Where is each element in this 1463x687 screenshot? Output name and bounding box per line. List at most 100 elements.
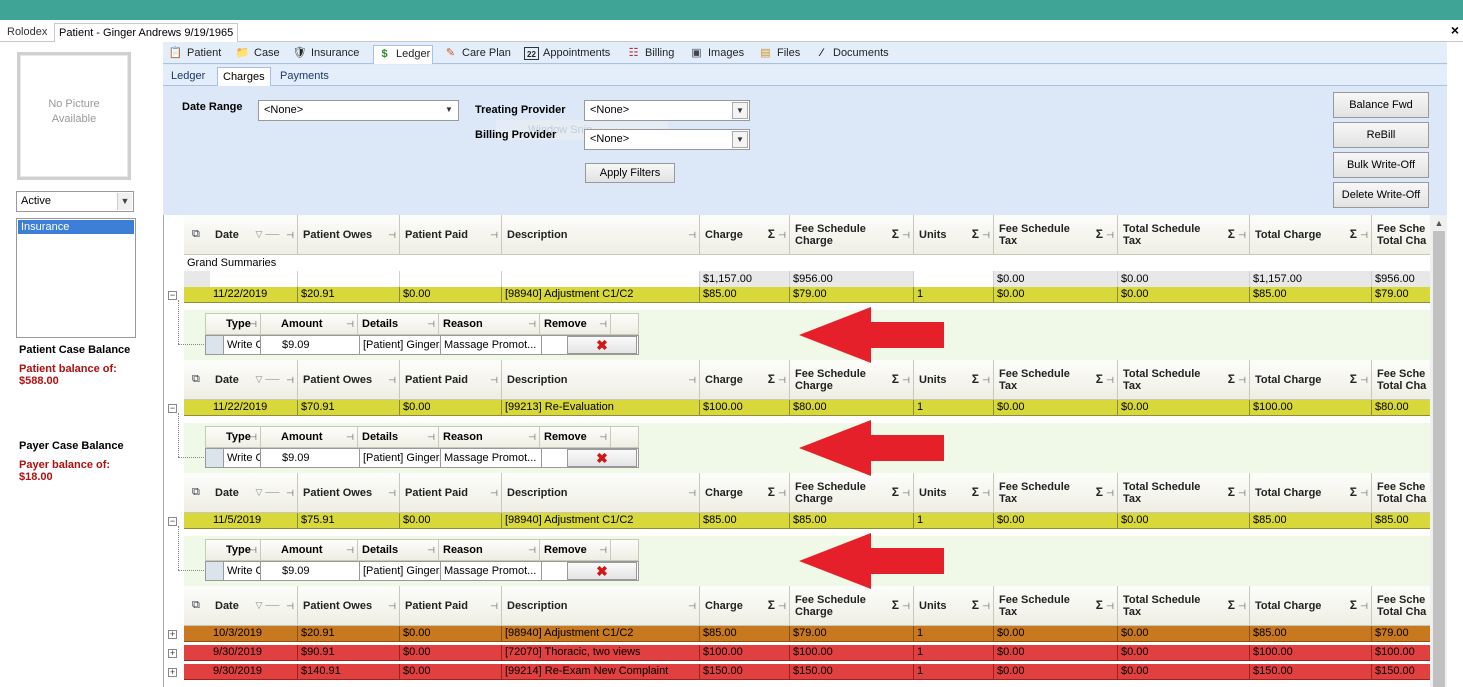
pin-icon[interactable]: ⊣ <box>1360 600 1368 612</box>
pin-icon[interactable]: ⊣ <box>599 314 607 335</box>
tab-ledger[interactable]: $ Ledger <box>373 45 433 64</box>
column-header-total-charge[interactable]: Total Charge ⊣ Σ <box>1250 360 1372 400</box>
pin-icon[interactable]: ⊣ <box>778 374 786 386</box>
table-row[interactable]: 11/22/2019 $70.91 $0.00 [99213] Re-Evaluati… <box>184 400 1430 416</box>
tab-files[interactable]: ▤ Files <box>755 45 800 63</box>
pin-icon[interactable]: ⊣ <box>982 229 990 241</box>
column-header-patient-paid[interactable]: Patient Paid ⊣ <box>400 215 502 255</box>
sum-icon[interactable]: Σ <box>1228 486 1235 498</box>
pin-icon[interactable]: ⊣ <box>1106 600 1114 612</box>
sum-icon[interactable]: Σ <box>972 228 979 240</box>
column-header-charge[interactable]: Charge ⊣ Σ <box>700 473 790 513</box>
date-range-select[interactable]: <None> ▼ <box>258 100 459 121</box>
tab-patient[interactable]: Patient - Ginger Andrews 9/19/1965 <box>54 23 239 42</box>
column-header-date[interactable]: Date ▽ ⸺ ⊣ <box>210 215 298 255</box>
pin-icon[interactable]: ⊣ <box>1238 487 1246 499</box>
chevron-down-icon[interactable]: ▼ <box>441 102 457 119</box>
tab-images[interactable]: ▣ Images <box>686 45 744 63</box>
pin-icon[interactable]: ⊣ <box>902 600 910 612</box>
column-chooser-icon[interactable]: ⧉ <box>192 599 206 611</box>
pin-icon[interactable]: ⊣ <box>778 487 786 499</box>
pin-icon[interactable]: ⊣ <box>1106 229 1114 241</box>
chevron-down-icon[interactable]: ▼ <box>732 102 748 119</box>
chevron-down-icon[interactable]: ▼ <box>732 131 748 148</box>
column-header-units[interactable]: Units ⊣ Σ <box>914 586 994 626</box>
column-header-fee-schedule-total-charge[interactable]: Fee Sche Total Cha <box>1372 360 1447 400</box>
sum-icon[interactable]: Σ <box>1228 373 1235 385</box>
sum-icon[interactable]: Σ <box>1350 486 1357 498</box>
tab-insurance[interactable]: 🛡 Insurance <box>289 45 360 63</box>
column-header-patient-owes[interactable]: Patient Owes ⊣ <box>298 586 400 626</box>
column-header-units[interactable]: Units ⊣ Σ <box>914 473 994 513</box>
close-icon[interactable]: × <box>1451 22 1459 38</box>
column-chooser-icon[interactable]: ⧉ <box>192 486 206 498</box>
sum-icon[interactable]: Σ <box>892 486 899 498</box>
pin-icon[interactable]: ⊣ <box>286 487 294 499</box>
remove-write-off-button[interactable]: ✖ <box>567 449 637 467</box>
pin-icon[interactable]: ⊣ <box>388 487 396 499</box>
pin-icon[interactable]: ⊣ <box>778 229 786 241</box>
column-header-description[interactable]: Description ⊣ <box>502 586 700 626</box>
child-header-amount[interactable]: Amount ⊣ <box>277 314 358 335</box>
column-chooser-icon[interactable]: ⧉ <box>192 228 206 240</box>
sort-icon[interactable]: ▽ ⸺ <box>255 373 280 385</box>
column-header-units[interactable]: Units ⊣ Σ <box>914 360 994 400</box>
sum-icon[interactable]: Σ <box>892 599 899 611</box>
column-chooser-icon[interactable]: ⧉ <box>192 373 206 385</box>
pin-icon[interactable]: ⊣ <box>778 600 786 612</box>
pin-icon[interactable]: ⊣ <box>490 487 498 499</box>
pin-icon[interactable]: ⊣ <box>1360 229 1368 241</box>
column-header-total-schedule-tax[interactable]: Total Schedule Tax ⊣ Σ <box>1118 473 1250 513</box>
list-item[interactable]: Insurance <box>18 220 134 234</box>
sum-icon[interactable]: Σ <box>768 599 775 611</box>
sum-icon[interactable]: Σ <box>1350 599 1357 611</box>
sum-icon[interactable]: Σ <box>768 373 775 385</box>
pin-icon[interactable]: ⊣ <box>528 427 536 448</box>
sum-icon[interactable]: Σ <box>768 228 775 240</box>
sort-icon[interactable]: ▽ ⸺ <box>255 228 280 240</box>
tab-care-plan[interactable]: ✎ Care Plan <box>440 45 511 63</box>
expand-icon[interactable]: + <box>168 649 177 658</box>
chevron-down-icon[interactable]: ▼ <box>117 193 132 210</box>
sum-icon[interactable]: Σ <box>1096 228 1103 240</box>
write-off-row[interactable]: Write Off $9.09[Patient] Ginger...Massage… <box>205 448 639 468</box>
pin-icon[interactable]: ⊣ <box>982 600 990 612</box>
column-header-patient-owes[interactable]: Patient Owes ⊣ <box>298 215 400 255</box>
delete-write-off-button[interactable]: Delete Write-Off <box>1333 182 1429 208</box>
pin-icon[interactable]: ⊣ <box>286 600 294 612</box>
column-header-patient-paid[interactable]: Patient Paid ⊣ <box>400 586 502 626</box>
child-header-amount[interactable]: Amount ⊣ <box>277 540 358 561</box>
child-header-amount[interactable]: Amount ⊣ <box>277 427 358 448</box>
pin-icon[interactable]: ⊣ <box>249 427 257 448</box>
child-header-reason[interactable]: Reason ⊣ <box>439 427 540 448</box>
column-header-patient-paid[interactable]: Patient Paid ⊣ <box>400 473 502 513</box>
remove-write-off-button[interactable]: ✖ <box>567 562 637 580</box>
pin-icon[interactable]: ⊣ <box>599 427 607 448</box>
pin-icon[interactable]: ⊣ <box>346 540 354 561</box>
column-header-fee-schedule-charge[interactable]: Fee Schedule Charge ⊣ Σ <box>790 215 914 255</box>
column-header-fee-schedule-charge[interactable]: Fee Schedule Charge ⊣ Σ <box>790 360 914 400</box>
tab-payments[interactable]: Payments <box>275 67 334 86</box>
pin-icon[interactable]: ⊣ <box>1238 600 1246 612</box>
sum-icon[interactable]: Σ <box>972 599 979 611</box>
billing-provider-select[interactable]: <None> ▼ <box>584 129 750 150</box>
pin-icon[interactable]: ⊣ <box>1106 374 1114 386</box>
column-header-fee-schedule-charge[interactable]: Fee Schedule Charge ⊣ Σ <box>790 586 914 626</box>
table-row[interactable]: 10/3/2019 $20.91 $0.00 [98940] Adjustment C… <box>184 626 1430 642</box>
sum-icon[interactable]: Σ <box>1096 373 1103 385</box>
child-header-type[interactable]: Type ⊣ <box>222 540 261 561</box>
column-header-description[interactable]: Description ⊣ <box>502 360 700 400</box>
sum-icon[interactable]: Σ <box>1228 228 1235 240</box>
column-header-total-schedule-tax[interactable]: Total Schedule Tax ⊣ Σ <box>1118 360 1250 400</box>
tab-billing[interactable]: ☷ Billing <box>623 45 675 63</box>
pin-icon[interactable]: ⊣ <box>490 600 498 612</box>
column-header-date[interactable]: Date ▽ ⸺ ⊣ <box>210 360 298 400</box>
child-header-remove[interactable]: Remove ⊣ <box>540 540 611 561</box>
column-header-charge[interactable]: Charge ⊣ Σ <box>700 586 790 626</box>
column-header-date[interactable]: Date ▽ ⸺ ⊣ <box>210 473 298 513</box>
pin-icon[interactable]: ⊣ <box>902 374 910 386</box>
pin-icon[interactable]: ⊣ <box>1106 487 1114 499</box>
treating-provider-select[interactable]: <None> ▼ <box>584 100 750 121</box>
child-header-reason[interactable]: Reason ⊣ <box>439 314 540 335</box>
column-header-total-charge[interactable]: Total Charge ⊣ Σ <box>1250 473 1372 513</box>
